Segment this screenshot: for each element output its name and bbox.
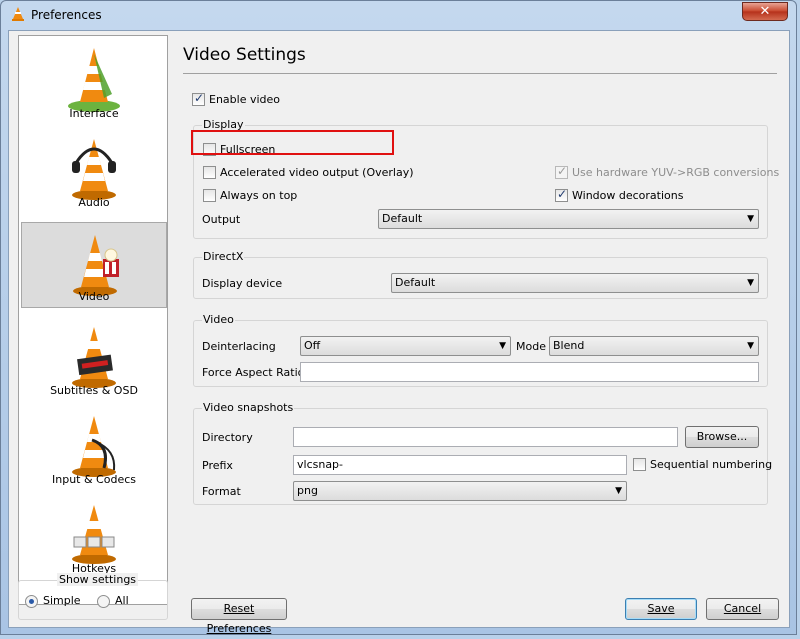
aspect-ratio-label: Force Aspect Ratio xyxy=(202,366,305,379)
overlay-checkbox[interactable] xyxy=(203,166,216,179)
window-decorations-label: Window decorations xyxy=(572,189,684,202)
video-group-title: Video xyxy=(202,313,235,326)
title-bar[interactable]: Preferences ✕ xyxy=(1,1,796,29)
sidebar-item-video[interactable]: Video xyxy=(21,222,167,308)
mode-select[interactable]: Blend ▼ xyxy=(549,336,759,356)
highlight-box xyxy=(191,130,394,155)
preferences-window: Preferences ✕ Interface Audio Video Subt… xyxy=(0,0,797,635)
browse-button[interactable]: Browse... xyxy=(685,426,759,448)
enable-video-label: Enable video xyxy=(209,93,281,106)
simple-label: Simple xyxy=(43,594,81,607)
prefix-input[interactable]: vlcsnap- xyxy=(293,455,627,475)
vlc-logo-icon xyxy=(12,7,24,21)
sequential-numbering-checkbox[interactable] xyxy=(633,458,646,471)
enable-video-checkbox[interactable] xyxy=(192,91,205,106)
all-radio[interactable] xyxy=(97,595,110,608)
output-select-value: Default xyxy=(382,212,423,225)
overlay-label: Accelerated video output (Overlay) xyxy=(220,166,414,179)
vlc-cone-hotkeys-icon xyxy=(72,505,116,564)
save-button[interactable]: Save xyxy=(625,598,697,620)
output-select[interactable]: Default ▼ xyxy=(378,209,759,229)
vlc-cone-headphones-icon xyxy=(72,139,116,200)
sidebar-item-label: Input & Codecs xyxy=(52,473,136,486)
format-value: png xyxy=(297,484,318,497)
sidebar-item-label: Interface xyxy=(69,107,119,120)
sidebar-item-label: Video xyxy=(78,290,110,303)
vlc-cone-subtitles-icon xyxy=(72,327,116,388)
format-label: Format xyxy=(202,485,241,498)
directx-group: DirectX Display device Default ▼ xyxy=(193,250,768,299)
show-settings-title: Show settings xyxy=(57,573,139,586)
sidebar-item-interface[interactable]: Interface xyxy=(21,38,167,124)
output-label: Output xyxy=(202,213,241,226)
show-settings-group: Show settings Simple All xyxy=(18,573,168,620)
always-on-top-label: Always on top xyxy=(220,189,298,202)
page-title: Video Settings xyxy=(183,45,306,65)
sidebar-item-input-codecs[interactable]: Input & Codecs xyxy=(21,404,167,490)
simple-radio[interactable] xyxy=(25,595,38,608)
chevron-down-icon: ▼ xyxy=(747,214,754,224)
vlc-cone-video-icon xyxy=(73,235,119,296)
format-select[interactable]: png ▼ xyxy=(293,481,627,501)
display-device-label: Display device xyxy=(202,277,283,290)
deinterlacing-label: Deinterlacing xyxy=(202,340,276,353)
sidebar-item-audio[interactable]: Audio xyxy=(21,127,167,213)
yuv-conversion-label: Use hardware YUV->RGB conversions xyxy=(572,166,780,179)
client-area: Interface Audio Video Subtitles & OSD In… xyxy=(8,30,790,635)
directory-label: Directory xyxy=(202,431,253,444)
deinterlacing-value: Off xyxy=(304,339,321,352)
display-device-value: Default xyxy=(395,276,436,289)
sidebar-item-label: Subtitles & OSD xyxy=(50,384,138,397)
vlc-cone-interface-icon xyxy=(68,48,120,112)
window-decorations-checkbox[interactable] xyxy=(555,187,568,202)
mode-label: Mode xyxy=(516,340,546,353)
save-label: Save xyxy=(647,602,675,615)
chevron-down-icon: ▼ xyxy=(615,486,622,496)
close-button[interactable]: ✕ xyxy=(742,2,788,21)
cancel-button[interactable]: Cancel xyxy=(706,598,779,620)
mode-value: Blend xyxy=(553,339,585,352)
sidebar-item-subtitles[interactable]: Subtitles & OSD xyxy=(21,315,167,401)
category-sidebar: Interface Audio Video Subtitles & OSD In… xyxy=(18,35,168,605)
all-label: All xyxy=(115,594,129,607)
chevron-down-icon: ▼ xyxy=(747,278,754,288)
snapshots-group-title: Video snapshots xyxy=(202,401,295,414)
deinterlacing-select[interactable]: Off ▼ xyxy=(300,336,511,356)
sequential-numbering-label: Sequential numbering xyxy=(650,458,773,471)
yuv-conversion-checkbox[interactable] xyxy=(555,164,568,179)
prefix-label: Prefix xyxy=(202,459,233,472)
sidebar-item-label: Audio xyxy=(78,196,110,209)
display-device-select[interactable]: Default ▼ xyxy=(391,273,759,293)
reset-preferences-button[interactable]: Reset Preferences xyxy=(191,598,287,635)
snapshots-group: Video snapshots Directory Browse... Pref… xyxy=(193,401,772,505)
video-group: Video Deinterlacing Off ▼ Mode Blend ▼ F… xyxy=(193,313,768,387)
aspect-ratio-input[interactable] xyxy=(300,362,759,382)
title-divider xyxy=(183,73,777,74)
directx-group-title: DirectX xyxy=(202,250,245,263)
window-title: Preferences xyxy=(31,8,102,22)
always-on-top-checkbox[interactable] xyxy=(203,189,216,202)
sidebar-item-hotkeys[interactable]: Hotkeys xyxy=(21,493,167,579)
vlc-cone-input-icon xyxy=(72,416,116,477)
directory-input[interactable] xyxy=(293,427,678,447)
cancel-label: Cancel xyxy=(723,602,762,615)
reset-preferences-label: Reset Preferences xyxy=(206,602,272,635)
chevron-down-icon: ▼ xyxy=(747,341,754,351)
chevron-down-icon: ▼ xyxy=(499,341,506,351)
